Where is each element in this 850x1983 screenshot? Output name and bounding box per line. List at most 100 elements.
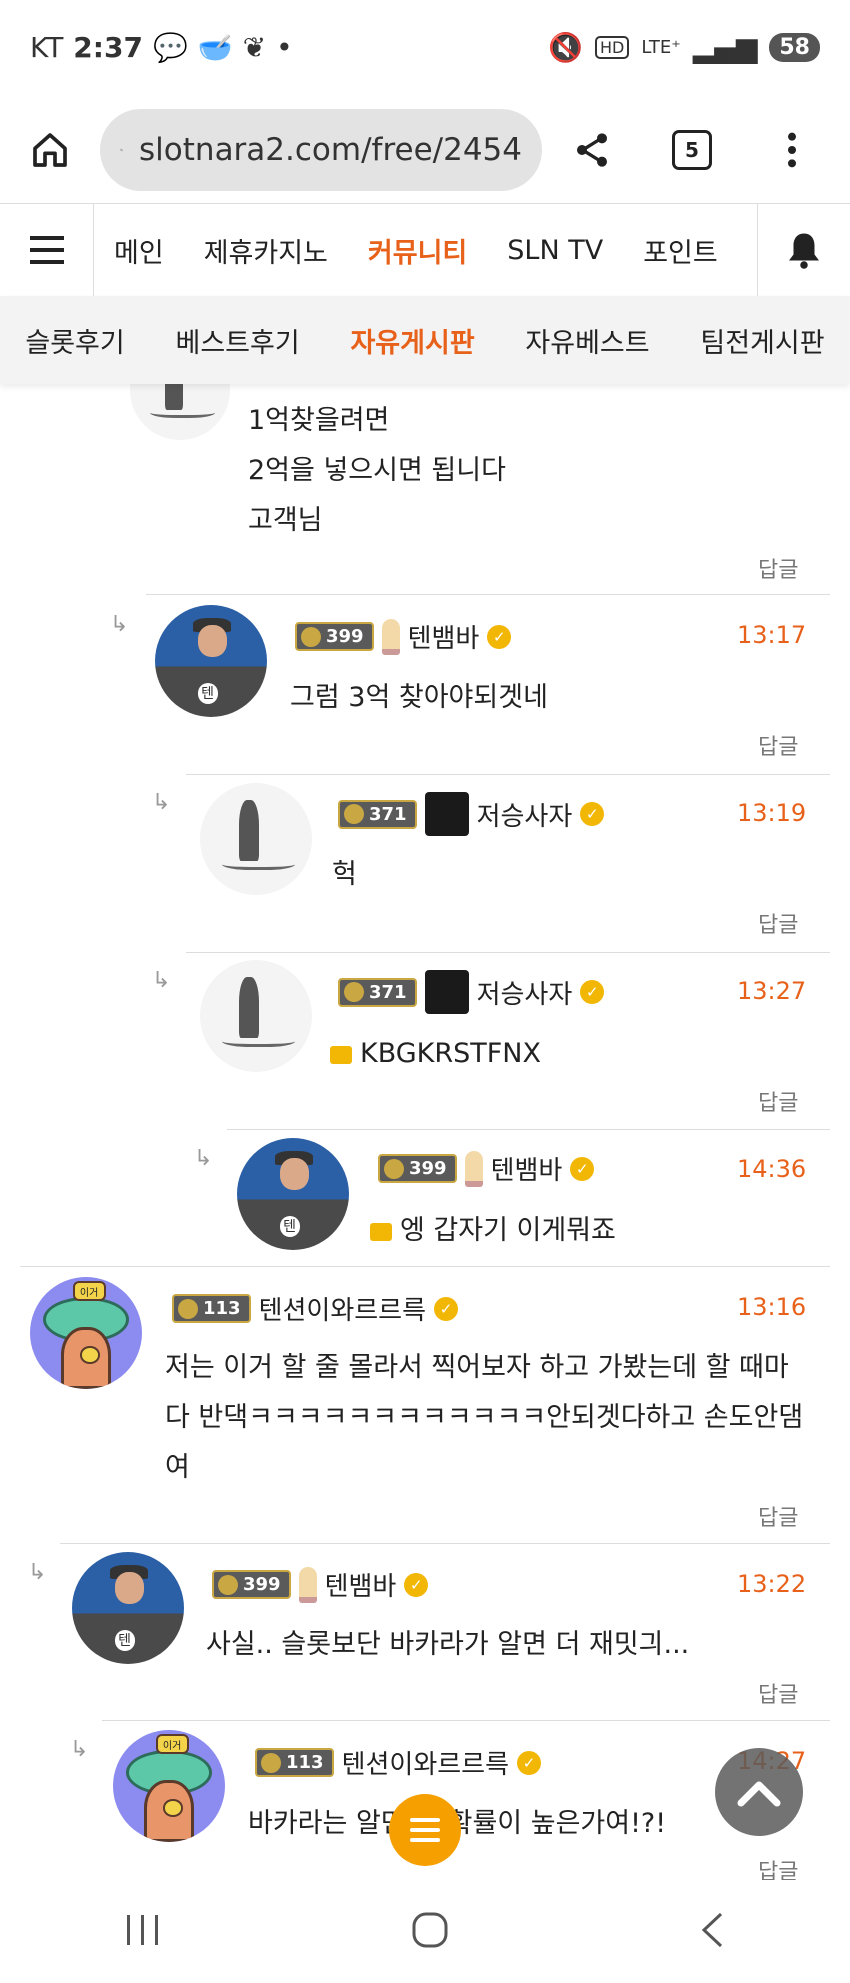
tab-slot-review[interactable]: 슬롯후기 [25, 321, 124, 360]
reply-arrow-icon: ↳ [70, 1737, 89, 1762]
home-button[interactable] [0, 95, 100, 205]
skull-icon [424, 792, 469, 836]
home-nav-button[interactable] [411, 1911, 449, 1953]
share-button[interactable] [542, 95, 642, 205]
comment-time: 13:27 [737, 977, 807, 1005]
nav-item-main[interactable]: 메인 [114, 231, 164, 270]
reply-button[interactable]: 답글 [758, 552, 798, 584]
divider [102, 1720, 830, 1721]
reply-button[interactable]: 답글 [758, 1677, 798, 1709]
signal-icon: ▂▄▆ [692, 31, 758, 64]
more-vert-icon [788, 132, 796, 168]
verified-icon: ✓ [487, 624, 512, 649]
status-bar: KT 2:37 💬 🥣 ❦ • 🔇 HD LTE⁺ ▂▄▆ 58 [0, 0, 850, 95]
divider [60, 1543, 830, 1544]
comment-text: KBGKRSTFNX [330, 1029, 541, 1079]
tab-free-board[interactable]: 자유게시판 [350, 321, 474, 360]
comment-time: 13:19 [737, 799, 807, 827]
reply-button[interactable]: 답글 [758, 1500, 798, 1532]
tab-best-review[interactable]: 베스트후기 [176, 321, 300, 360]
level-badge: 399 [295, 622, 374, 651]
verified-icon: ✓ [434, 1296, 459, 1321]
floating-menu-button[interactable] [389, 1794, 461, 1866]
reply-arrow-icon: ↳ [152, 968, 171, 993]
nav-item-community[interactable]: 커뮤니티 [368, 231, 467, 270]
author-name[interactable]: 텐뱀바 [408, 618, 480, 655]
avatar[interactable]: 텐 [155, 605, 267, 717]
lock-icon [330, 1046, 352, 1064]
comment-time: 13:16 [737, 1293, 807, 1321]
divider [186, 774, 830, 775]
reply-arrow-icon: ↳ [110, 612, 129, 637]
home-icon [33, 133, 67, 167]
avatar[interactable] [200, 960, 312, 1072]
tab-count: 5 [672, 130, 712, 170]
notifications-button[interactable] [757, 204, 850, 296]
back-button[interactable] [699, 1911, 725, 1953]
bowl-notification-icon: 🥣 [197, 31, 233, 64]
hd-icon: HD [594, 36, 630, 59]
avatar[interactable]: 이거 [113, 1730, 225, 1842]
url-text: slotnara2.com/free/2454 [139, 132, 522, 168]
level-badge: 371 [338, 799, 417, 829]
avatar[interactable]: 텐 [72, 1552, 184, 1664]
browser-menu-button[interactable] [742, 95, 842, 205]
divider [20, 1266, 830, 1267]
tab-free-best[interactable]: 자유베스트 [525, 321, 649, 360]
carrier-label: KT [30, 31, 64, 64]
reply-button[interactable]: 답글 [758, 1085, 798, 1117]
avatar[interactable] [200, 783, 312, 895]
comment-text-line: 저는 이거 할 줄 몰라서 찍어보자 하고 가봤는데 할 때마 [165, 1352, 789, 1383]
comment-time: 14:36 [737, 1155, 807, 1183]
author-name[interactable]: 텐뱀바 [491, 1150, 563, 1187]
author-name[interactable]: 텐뱀바 [325, 1566, 397, 1603]
comment-author: 113 텐션이와르르륵 ✓ [255, 1744, 542, 1781]
secret-text: 엥 갑자기 이게뭐죠 [400, 1215, 616, 1246]
comment-text: 그럼 3억 찾아야되겟네 [290, 682, 548, 713]
skull-icon [424, 970, 469, 1014]
author-name[interactable]: 저승사자 [477, 974, 573, 1011]
divider [186, 952, 830, 953]
leaf-notification-icon: ❦ [242, 31, 267, 64]
chevron-up-icon [737, 1781, 781, 1807]
verified-icon: ✓ [580, 980, 605, 1004]
address-bar[interactable]: slotnara2.com/free/2454 [100, 109, 542, 191]
avatar[interactable]: 텐 [237, 1138, 349, 1250]
verified-icon: ✓ [580, 802, 605, 826]
verified-icon: ✓ [404, 1572, 429, 1597]
divider [227, 1129, 830, 1130]
scroll-top-button[interactable] [715, 1748, 803, 1836]
nav-item-casino[interactable]: 제휴카지노 [204, 231, 328, 270]
hamburger-button[interactable] [0, 204, 94, 296]
nav-item-points[interactable]: 포인트 [643, 231, 718, 270]
verified-icon: ✓ [517, 1750, 542, 1775]
comment-author: 371 저승사자 ✓ [338, 792, 605, 836]
avatar[interactable]: 이거 [30, 1277, 142, 1389]
reply-button[interactable]: 답글 [758, 907, 798, 939]
author-name[interactable]: 텐션이와르르륵 [342, 1744, 509, 1781]
popsicle-icon [464, 1150, 483, 1187]
divider [146, 594, 830, 595]
back-icon [701, 1912, 723, 1947]
tabs-button[interactable]: 5 [642, 95, 742, 205]
comment-text-line: 다 반댁ㅋㅋㅋㅋㅋㅋㅋㅋㅋㅋㅋㅋ안되겟다하고 손도안댐 [165, 1402, 804, 1433]
board-tabs: 슬롯후기 베스트후기 자유게시판 자유베스트 팀전게시판 [0, 296, 850, 384]
browser-toolbar: slotnara2.com/free/2454 5 [0, 95, 850, 205]
lte-icon: LTE⁺ [641, 37, 681, 58]
tab-team-board[interactable]: 팀전게시판 [700, 321, 824, 360]
recent-apps-icon [127, 1914, 158, 1945]
author-name[interactable]: 텐션이와르르륵 [259, 1290, 426, 1327]
reply-button[interactable]: 답글 [758, 729, 798, 761]
comment-author: 399 텐뱀바 ✓ [295, 618, 512, 655]
secret-text: KBGKRSTFNX [360, 1038, 541, 1069]
comment-text-line: 1억찾을려면 [248, 405, 390, 436]
recent-apps-button[interactable] [125, 1913, 161, 1951]
bell-icon [789, 233, 819, 269]
nav-item-sln-tv[interactable]: SLN TV [507, 235, 603, 266]
chat-notification-icon: 💬 [152, 31, 188, 64]
comment-text-line: 고객님 [248, 505, 323, 536]
level-badge: 399 [378, 1154, 457, 1183]
author-name[interactable]: 저승사자 [477, 796, 573, 833]
comment-text-line: 여 [165, 1452, 190, 1483]
level-badge: 399 [212, 1570, 291, 1599]
